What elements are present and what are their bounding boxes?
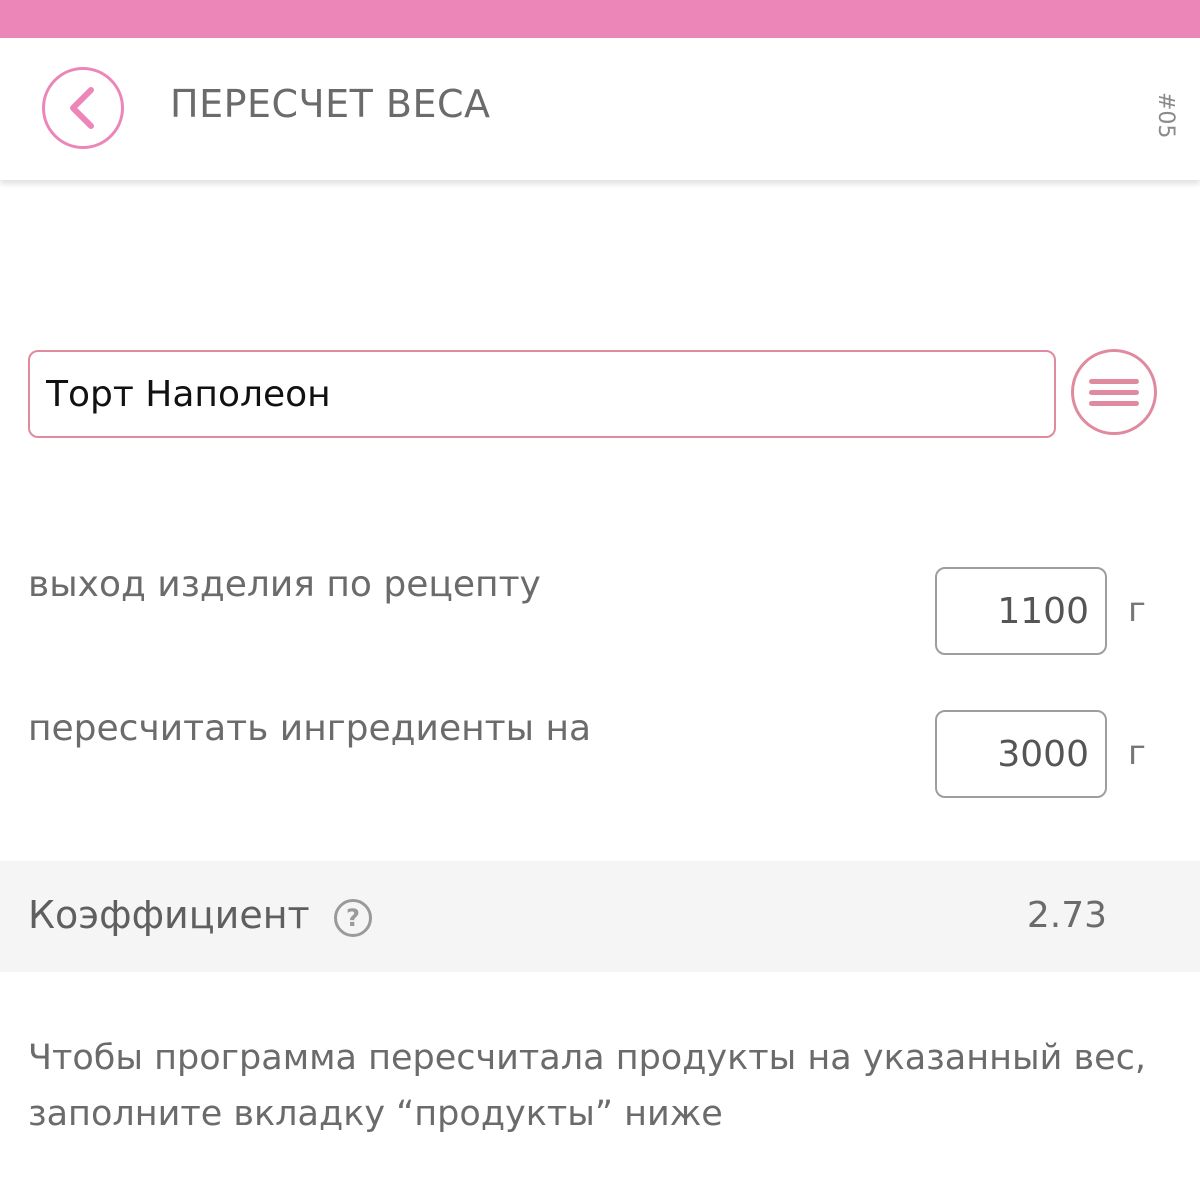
yield-input[interactable]	[949, 590, 1089, 632]
recipe-name-input[interactable]	[46, 373, 1054, 415]
menu-icon-bar	[1089, 378, 1139, 384]
page-title: ПЕРЕСЧЕТ ВЕСА	[170, 82, 491, 126]
yield-unit: г	[1128, 590, 1146, 630]
chevron-left-icon	[70, 87, 94, 129]
target-weight-unit: г	[1128, 733, 1146, 773]
target-weight-label: пересчитать ингредиенты на	[28, 708, 592, 749]
screen-code: #05	[1153, 92, 1178, 139]
recipe-name-field[interactable]	[28, 350, 1056, 438]
target-weight-field[interactable]	[935, 710, 1107, 798]
help-icon[interactable]: ?	[334, 899, 372, 937]
menu-icon-bar	[1089, 389, 1139, 395]
target-weight-input[interactable]	[949, 733, 1089, 775]
back-button[interactable]	[42, 67, 124, 149]
app-header: ПЕРЕСЧЕТ ВЕСА #05	[0, 38, 1200, 180]
status-bar	[0, 0, 1200, 38]
coefficient-value: 2.73	[1026, 895, 1107, 936]
yield-field[interactable]	[935, 567, 1107, 655]
hint-text: Чтобы программа пересчитала продукты на …	[28, 1038, 1147, 1134]
coefficient-row: Коэффициент ? 2.73	[0, 861, 1200, 972]
recipe-menu-button[interactable]	[1071, 349, 1157, 435]
menu-icon-bar	[1089, 400, 1139, 406]
coefficient-label: Коэффициент	[28, 893, 310, 937]
yield-label: выход изделия по рецепту	[28, 564, 541, 605]
